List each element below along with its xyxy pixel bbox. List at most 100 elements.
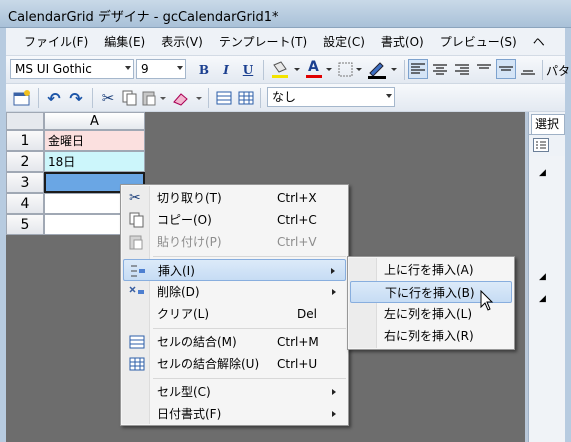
toolbar-separator [542,60,543,80]
paste-icon [129,235,143,250]
panel-toolbar [529,134,565,156]
undo-button[interactable]: ↶ [44,88,64,108]
grid-cell[interactable]: 18日 [44,151,145,172]
menu-settings[interactable]: 設定(C) [315,31,373,53]
align-bottom-icon [521,70,535,75]
title-bar: CalendarGrid デザイナ - gcCalendarGrid1* [0,0,571,28]
align-center-button[interactable] [430,60,450,80]
menu-item-shortcut: Ctrl+C [277,213,317,227]
menu-item-delete[interactable]: 削除(D) [123,281,346,303]
style-combo[interactable]: なし [267,87,395,107]
submenu-arrow-icon [332,411,336,417]
fill-color-button[interactable] [270,60,302,80]
collapse-arrow-icon[interactable]: ◢ [539,168,546,178]
border-button[interactable] [336,60,364,80]
font-size-value: 9 [141,62,149,76]
menu-view[interactable]: 表示(V) [153,31,211,53]
paste-button[interactable] [142,88,168,108]
menu-edit[interactable]: 編集(E) [96,31,153,53]
align-center-icon [433,64,447,75]
menu-item-cut[interactable]: ✂ 切り取り(T) Ctrl+X [123,187,346,209]
menu-item-date-format[interactable]: 日付書式(F) [123,403,346,425]
menu-item-shortcut: Ctrl+M [277,335,319,349]
menu-preview[interactable]: プレビュー(S) [432,31,525,53]
menu-item-label: 挿入(I) [158,264,195,278]
pattern-label[interactable]: パタ [546,62,570,79]
unmerge-cells-icon [129,357,145,371]
toolbar-separator [208,88,209,108]
paste-icon [142,91,166,106]
menu-item-copy[interactable]: コピー(O) Ctrl+C [123,209,346,231]
row-header[interactable]: 3 [6,172,44,193]
align-middle-button[interactable] [496,59,516,79]
merge-button[interactable] [214,88,234,108]
align-top-icon [477,64,491,69]
align-top-button[interactable] [474,60,494,80]
submenu-item-insert-row-above[interactable]: 上に行を挿入(A) [350,259,512,281]
menu-item-merge[interactable]: セルの結合(M) Ctrl+M [123,331,346,353]
submenu-arrow-icon [331,268,335,274]
menu-item-shortcut: Del [297,307,317,321]
row-header[interactable]: 4 [6,193,44,214]
scissors-icon: ✂ [101,89,115,107]
menu-help[interactable]: ヘ [525,31,553,53]
align-bottom-button[interactable] [518,60,538,80]
menu-item-label: コピー(O) [157,213,212,227]
menu-item-label: 削除(D) [157,285,200,299]
align-right-icon [455,64,469,75]
row-header[interactable]: 5 [6,214,44,235]
grid-cell[interactable]: 金曜日 [44,130,145,151]
collapse-arrow-icon[interactable]: ◢ [539,294,546,304]
context-menu: ✂ 切り取り(T) Ctrl+X コピー(O) Ctrl+C 貼り付け(P) C… [120,184,349,426]
italic-button[interactable]: I [216,60,236,80]
copy-button[interactable] [120,88,140,108]
unmerge-button[interactable] [236,88,256,108]
font-color-label: A [308,59,319,75]
align-left-button[interactable] [408,59,428,79]
categorized-view-button[interactable] [533,138,549,152]
template-button[interactable] [12,88,32,108]
font-name-combo[interactable]: MS UI Gothic [10,59,134,79]
menu-file[interactable]: ファイル(F) [16,31,96,53]
column-header-a[interactable]: A [44,112,145,130]
menu-template[interactable]: テンプレート(T) [211,31,315,53]
clear-format-button[interactable] [172,88,204,108]
menu-item-label: セル型(C) [157,385,211,399]
menu-item-insert[interactable]: 挿入(I) [123,259,346,281]
submenu-item-insert-column-right[interactable]: 右に列を挿入(R) [350,325,512,347]
menu-separator [153,378,346,379]
menu-item-unmerge[interactable]: セルの結合解除(U) Ctrl+U [123,353,346,375]
toolbar-separator [263,60,264,80]
font-size-combo[interactable]: 9 [136,59,186,79]
menu-separator [153,256,346,257]
row-header[interactable]: 2 [6,151,44,172]
redo-button[interactable]: ↷ [66,88,86,108]
menu-item-paste[interactable]: 貼り付け(P) Ctrl+V [123,231,346,253]
mouse-cursor-icon [480,290,494,311]
cut-button[interactable]: ✂ [98,88,118,108]
unmerge-cells-icon [238,91,254,105]
pen-icon [368,62,397,79]
row-header[interactable]: 1 [6,130,44,151]
menu-item-shortcut: Ctrl+X [277,191,317,205]
toolbar-separator [404,60,405,80]
align-middle-icon [499,66,513,71]
menu-item-label: 日付書式(F) [157,407,222,421]
redo-icon: ↷ [69,88,83,108]
menu-format[interactable]: 書式(O) [373,31,432,53]
list-view-icon [536,141,546,149]
eraser-icon [173,93,202,106]
menu-item-cell-type[interactable]: セル型(C) [123,381,346,403]
insert-row-icon [131,265,145,277]
chevron-down-icon [125,66,131,70]
collapse-arrow-icon[interactable]: ◢ [539,272,546,282]
align-right-button[interactable] [452,60,472,80]
font-color-button[interactable]: A [304,59,334,80]
underline-button[interactable]: U [238,60,258,80]
menu-item-label: 右に列を挿入(R) [384,329,474,343]
line-color-button[interactable] [366,60,400,80]
menu-item-clear[interactable]: クリア(L) Del [123,303,346,325]
grid-corner[interactable] [6,112,44,130]
bold-button[interactable]: B [194,60,214,80]
panel-tab-select[interactable]: 選択 [531,114,565,134]
